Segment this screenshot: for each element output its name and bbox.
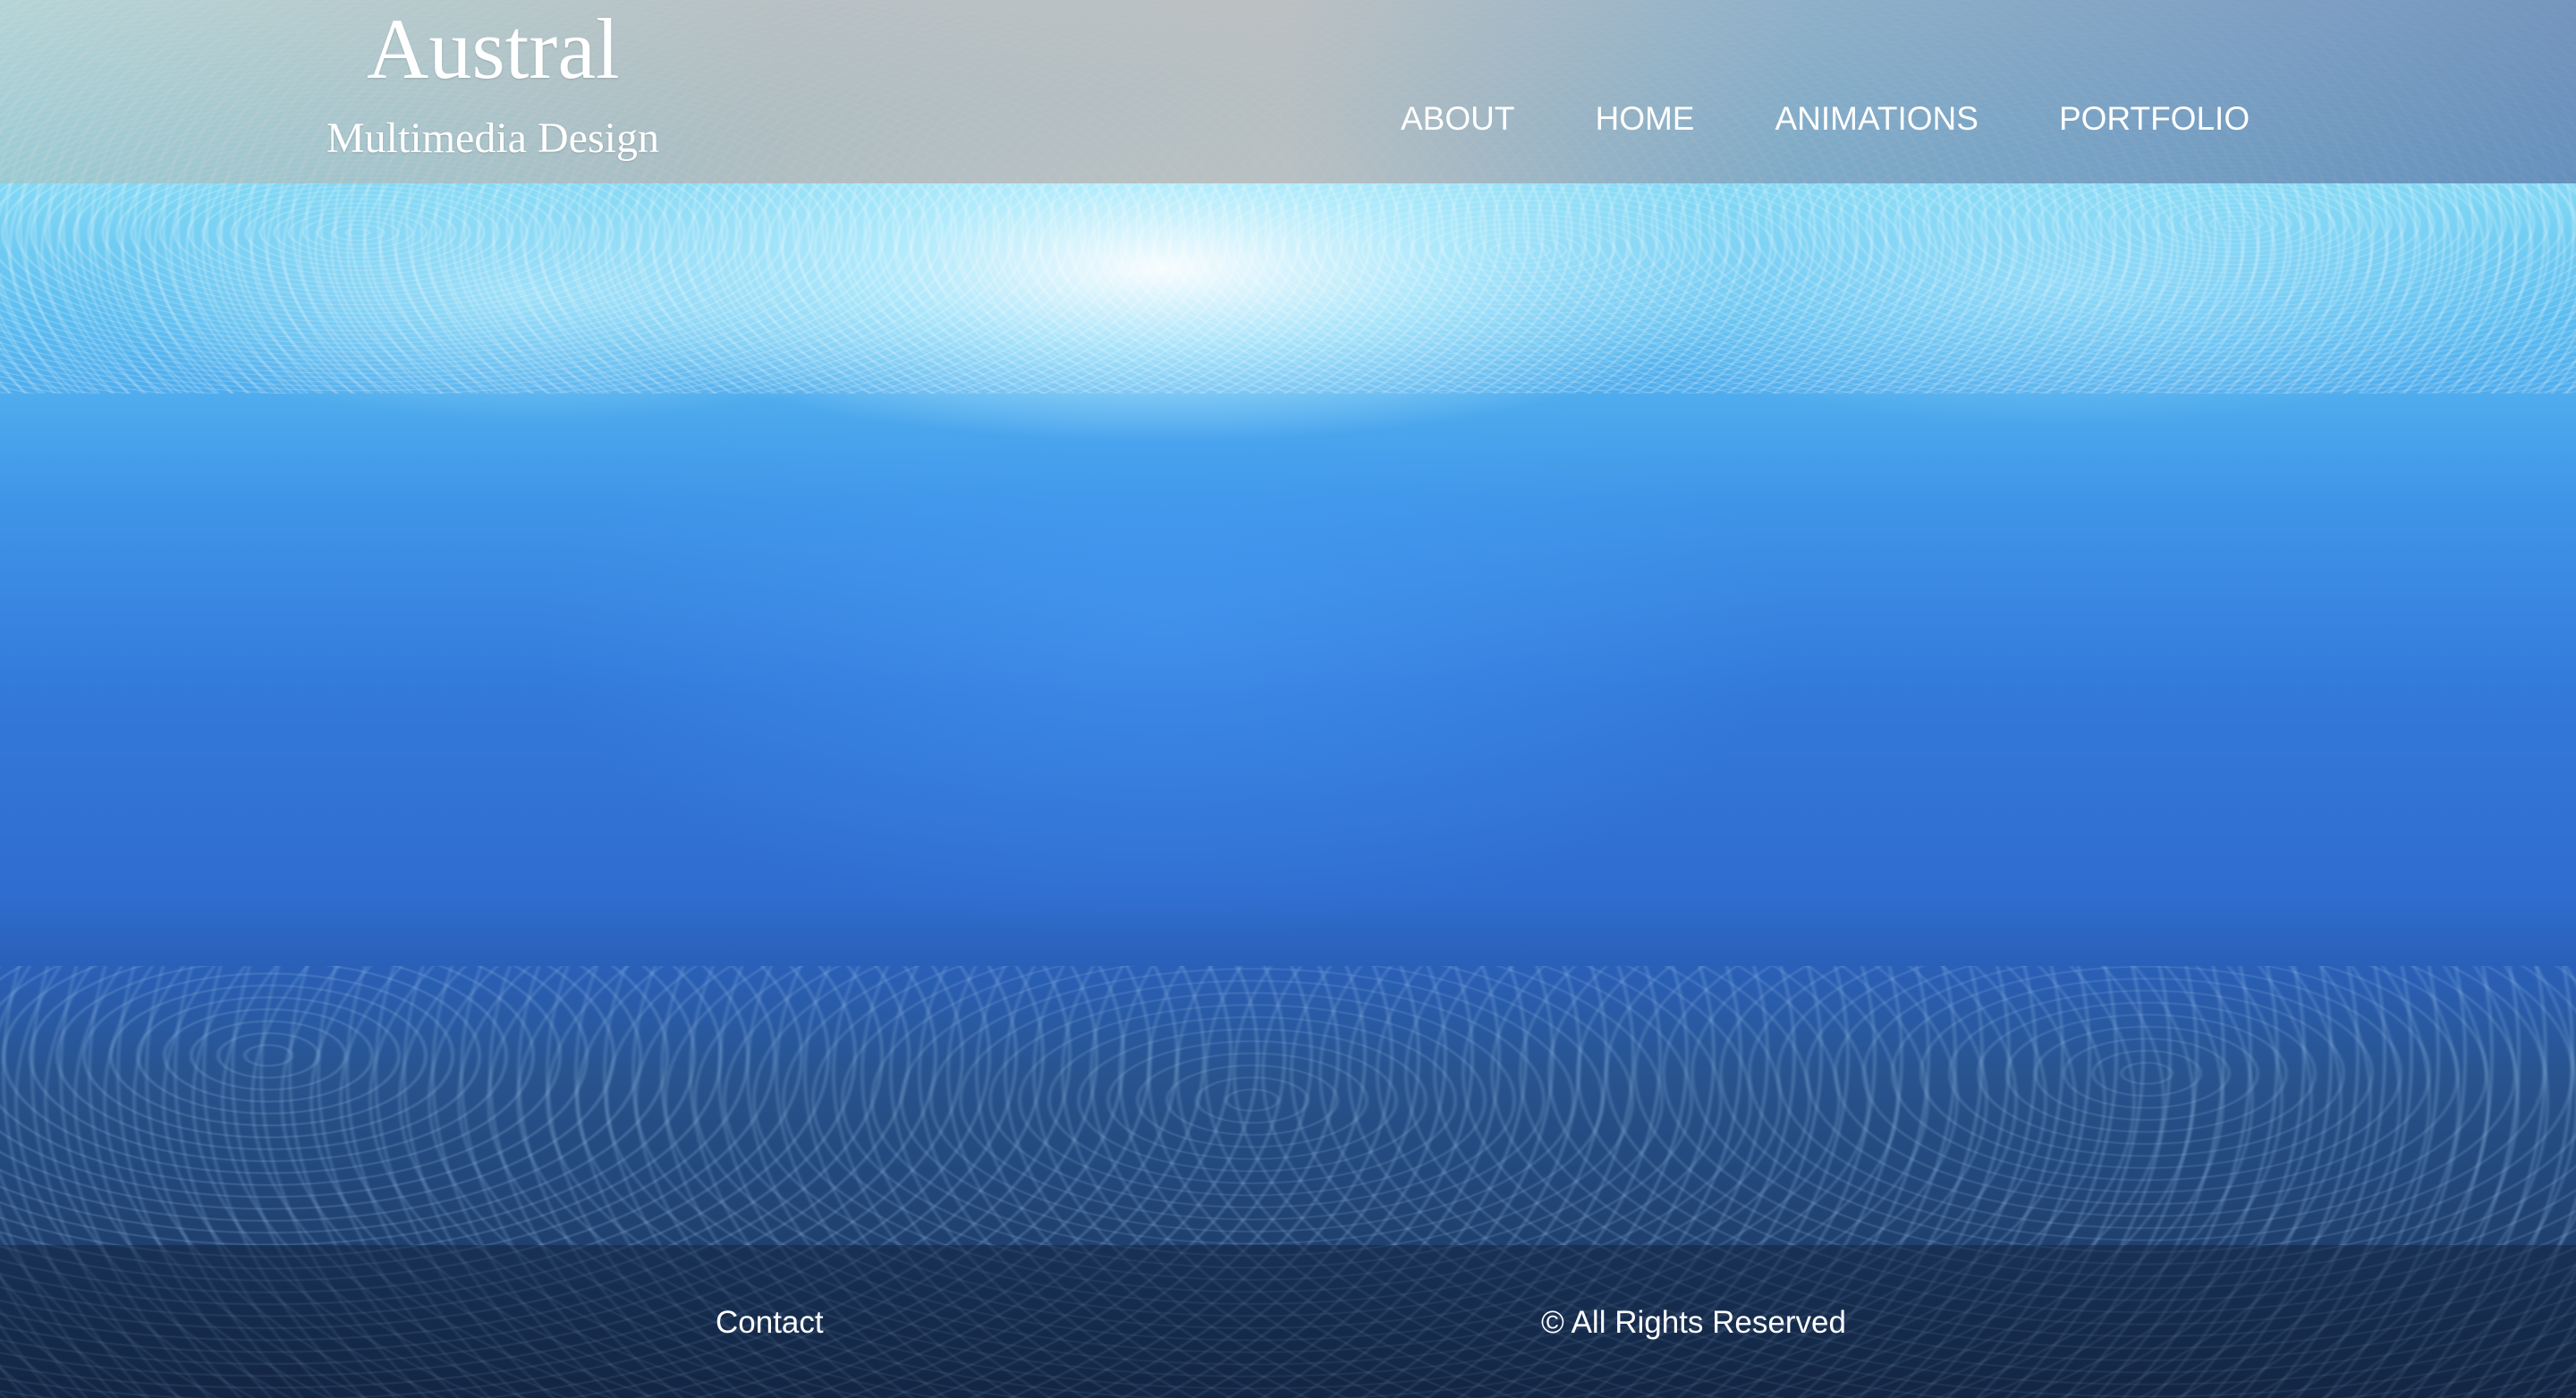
main-nav: ABOUT HOME ANIMATIONS PORTFOLIO: [1401, 97, 2250, 141]
nav-link-home[interactable]: HOME: [1595, 97, 1694, 141]
site-header: Austral Multimedia Design ABOUT HOME ANI…: [0, 0, 2576, 183]
footer-copyright: © All Rights Reserved: [1541, 1305, 1846, 1340]
nav-link-about[interactable]: ABOUT: [1401, 97, 1514, 141]
nav-link-animations[interactable]: ANIMATIONS: [1775, 97, 1979, 141]
footer-contact-link[interactable]: Contact: [716, 1301, 824, 1345]
site-footer: Contact © All Rights Reserved: [0, 1245, 2576, 1398]
brand-subtitle: Multimedia Design: [326, 114, 659, 162]
nav-link-portfolio[interactable]: PORTFOLIO: [2059, 97, 2250, 141]
brand-title[interactable]: Austral: [367, 0, 620, 98]
